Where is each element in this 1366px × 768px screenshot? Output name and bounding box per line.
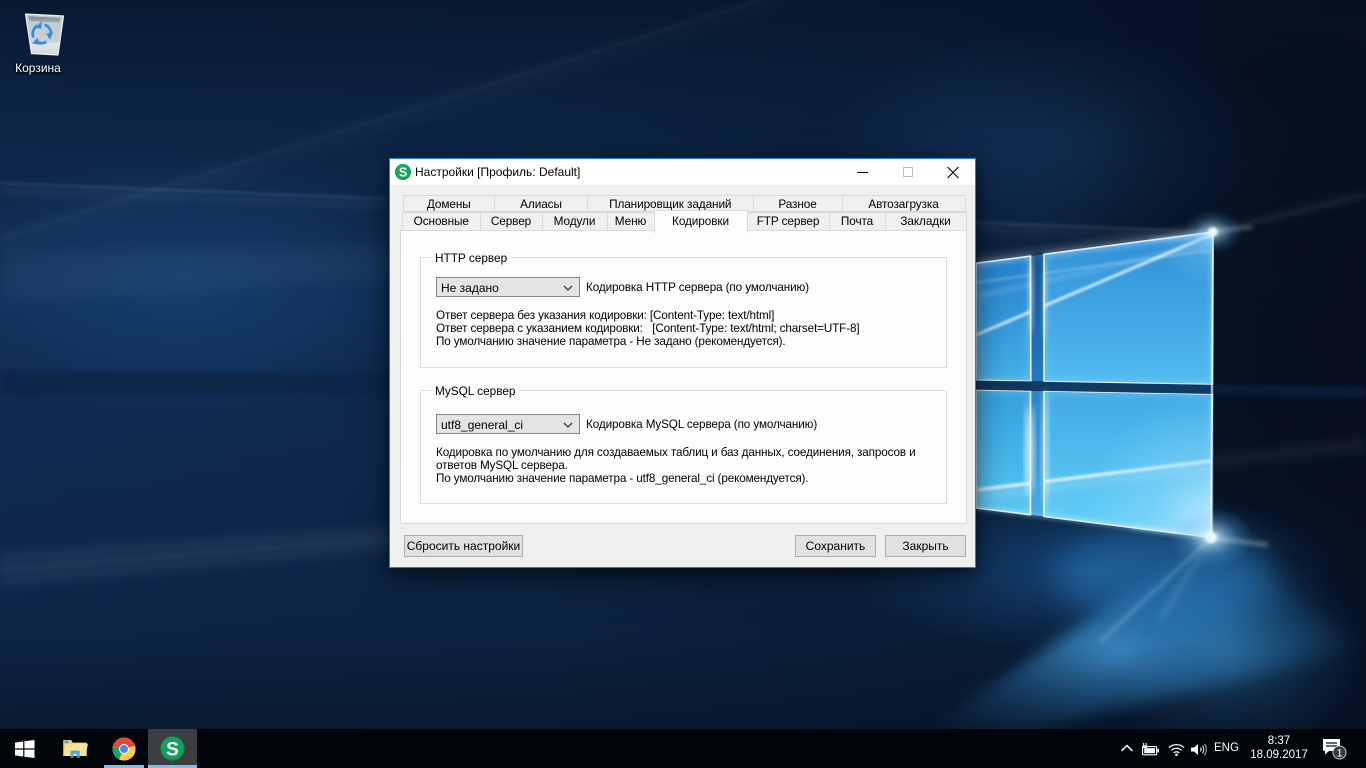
svg-text:S: S	[166, 739, 179, 760]
svg-text:S: S	[399, 166, 407, 180]
svg-text:1: 1	[1336, 748, 1342, 760]
